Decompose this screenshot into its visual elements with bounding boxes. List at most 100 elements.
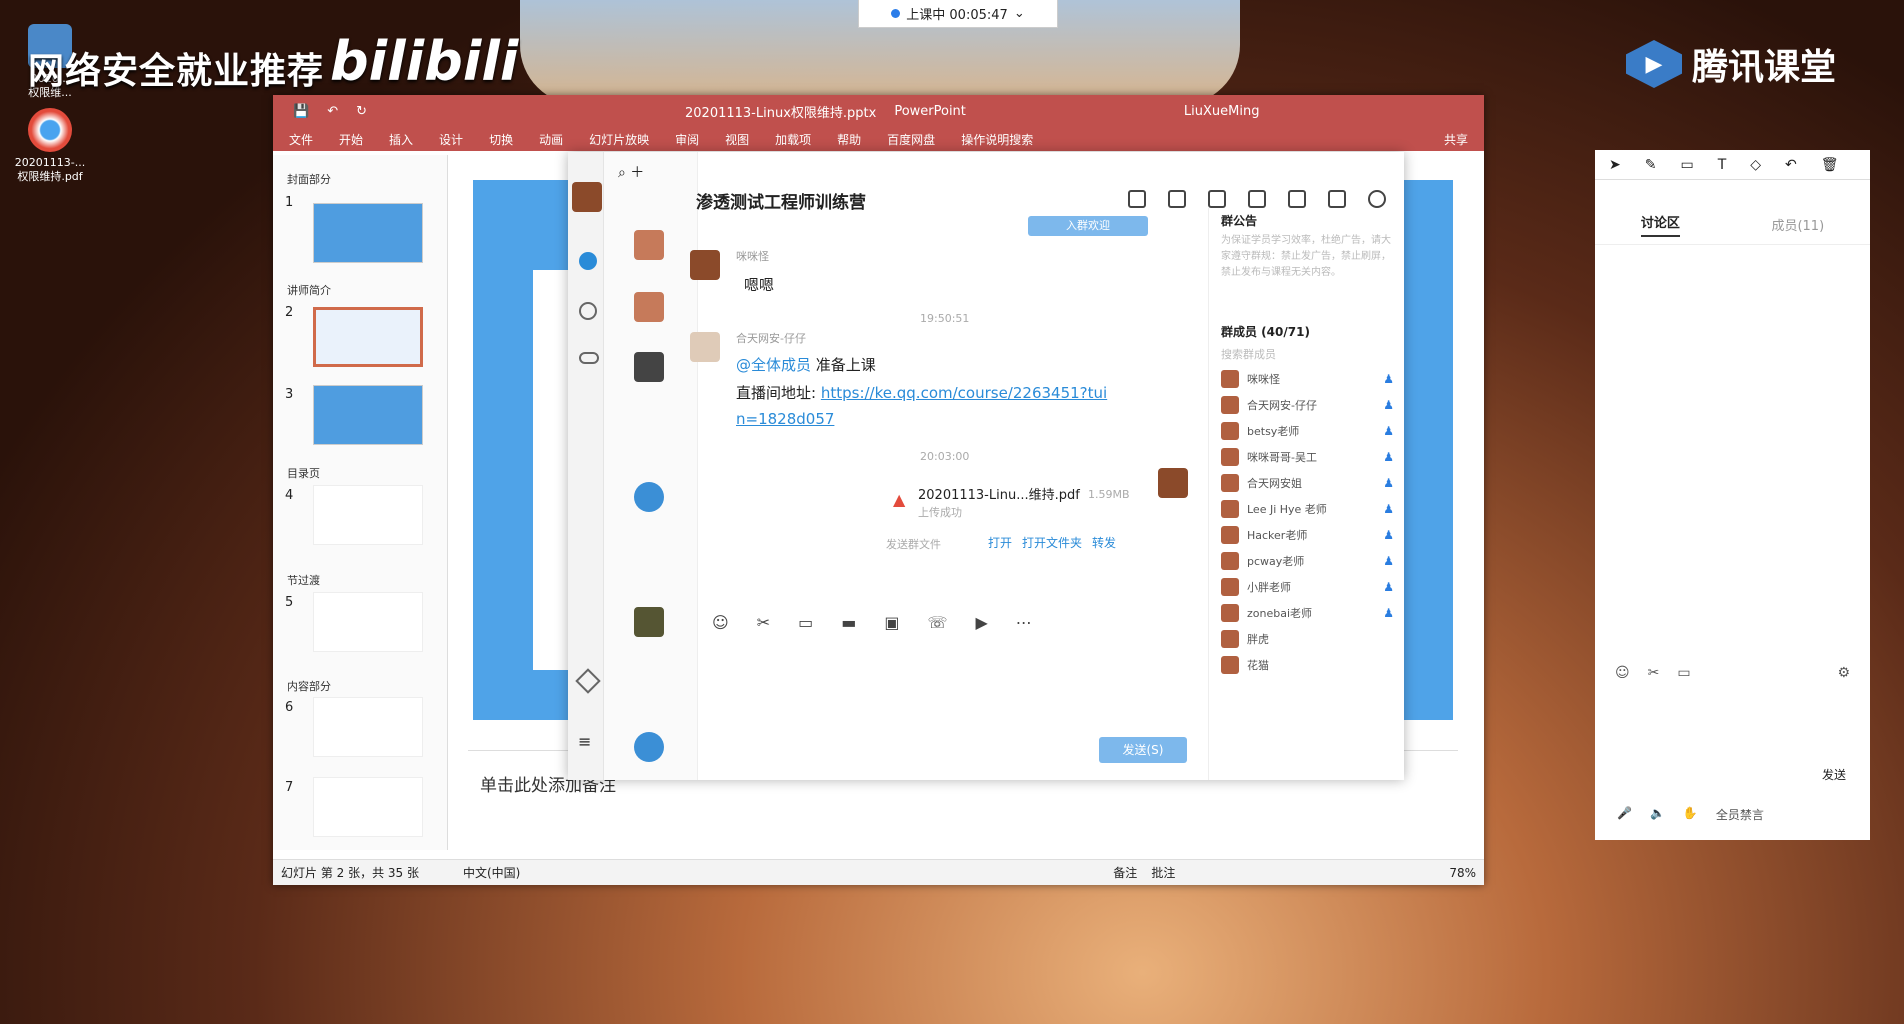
- menu-design[interactable]: 设计: [439, 131, 463, 148]
- welcome-button[interactable]: 入群欢迎: [1028, 216, 1148, 236]
- member-item[interactable]: pcway老师 ♟: [1209, 548, 1404, 574]
- speaker-icon[interactable]: 🔈: [1650, 806, 1665, 823]
- member-item[interactable]: betsy老师 ♟: [1209, 418, 1404, 444]
- folder-icon[interactable]: [1128, 190, 1146, 208]
- contacts-icon[interactable]: [579, 302, 597, 320]
- my-avatar[interactable]: [572, 182, 602, 212]
- section-toc[interactable]: 目录页: [287, 465, 320, 481]
- desktop-icon-pdf[interactable]: 20201113-... 权限维持.pdf: [0, 108, 100, 184]
- notice-text[interactable]: 为保证学员学习效率，杜绝广告，请大家遵守群规：禁止发广告，禁止刷屏，禁止发布与课…: [1209, 233, 1404, 319]
- menu-view[interactable]: 视图: [725, 131, 749, 148]
- member-item[interactable]: 合天网安姐 ♟: [1209, 470, 1404, 496]
- member-item[interactable]: Hacker老师 ♟: [1209, 522, 1404, 548]
- folder-icon[interactable]: ▬: [841, 613, 856, 632]
- section-content[interactable]: 内容部分: [287, 678, 331, 694]
- member-item[interactable]: 合天网安-仔仔 ♟: [1209, 392, 1404, 418]
- member-item[interactable]: 小胖老师 ♟: [1209, 574, 1404, 600]
- gift-icon[interactable]: ▣: [884, 613, 899, 632]
- emoji-icon[interactable]: ☺: [1615, 665, 1630, 681]
- scissors-icon[interactable]: ✂: [1648, 665, 1660, 681]
- menu-home[interactable]: 开始: [339, 131, 363, 148]
- image-icon[interactable]: ▭: [798, 613, 813, 632]
- slide-thumb-6[interactable]: [313, 697, 423, 757]
- share-button[interactable]: 共享: [1444, 131, 1468, 148]
- scissors-icon[interactable]: ✂: [757, 613, 770, 632]
- conversation-avatar[interactable]: [634, 482, 664, 512]
- text-icon[interactable]: T: [1718, 157, 1727, 173]
- file-open[interactable]: 打开: [988, 534, 1012, 551]
- slide-thumb-1[interactable]: [313, 203, 423, 263]
- phone-icon[interactable]: ☏: [927, 613, 947, 632]
- menu-insert[interactable]: 插入: [389, 131, 413, 148]
- menu-file[interactable]: 文件: [289, 131, 313, 148]
- member-item[interactable]: 咪咪哥哥-吴工 ♟: [1209, 444, 1404, 470]
- status-notes[interactable]: 备注: [1113, 864, 1137, 881]
- add-icon[interactable]: [1328, 190, 1346, 208]
- mute-all-label[interactable]: 全员禁言: [1716, 806, 1764, 823]
- section-transition[interactable]: 节过渡: [287, 572, 320, 588]
- redo-icon[interactable]: ↻: [356, 104, 367, 119]
- menu-help[interactable]: 帮助: [837, 131, 861, 148]
- undo-icon[interactable]: ↶: [1785, 157, 1797, 173]
- conversation-avatar[interactable]: [634, 607, 664, 637]
- undo-icon[interactable]: ↶: [327, 104, 338, 119]
- more-icon[interactable]: ⋯: [1016, 613, 1032, 632]
- menu-tell-me[interactable]: 操作说明搜索: [961, 131, 1033, 148]
- msg-avatar[interactable]: [690, 332, 720, 362]
- app-icon[interactable]: [575, 668, 601, 694]
- class-timer[interactable]: 上课中 00:05:47 ⌄: [858, 0, 1058, 28]
- mic-icon[interactable]: 🎤: [1617, 806, 1632, 823]
- video-icon[interactable]: ▶: [975, 613, 987, 632]
- section-instructor[interactable]: 讲师简介: [287, 282, 331, 298]
- image-icon[interactable]: ▭: [1677, 665, 1690, 681]
- trash-icon[interactable]: 🗑: [1821, 157, 1839, 173]
- cloud-icon[interactable]: [579, 352, 599, 364]
- app-store-icon[interactable]: [1168, 190, 1186, 208]
- settings-icon[interactable]: ⚙: [1837, 665, 1850, 681]
- send-button[interactable]: 发送(S): [1099, 737, 1187, 763]
- ppt-user[interactable]: LiuXueMing: [1184, 104, 1260, 119]
- conversation-avatar[interactable]: [634, 292, 664, 322]
- msg-avatar[interactable]: [1158, 468, 1188, 498]
- menu-transitions[interactable]: 切换: [489, 131, 513, 148]
- member-item[interactable]: Lee Ji Hye 老师 ♟: [1209, 496, 1404, 522]
- menu-review[interactable]: 审阅: [675, 131, 699, 148]
- save-icon[interactable]: 💾: [293, 104, 309, 119]
- conversation-avatar[interactable]: [634, 732, 664, 762]
- menu-icon[interactable]: ≡: [578, 732, 591, 751]
- image-icon[interactable]: [1248, 190, 1266, 208]
- status-language[interactable]: 中文(中国): [463, 864, 520, 881]
- emoji-icon[interactable]: ☺: [712, 613, 729, 632]
- slide-thumb-5[interactable]: [313, 592, 423, 652]
- menu-addins[interactable]: 加载项: [775, 131, 811, 148]
- search-icon[interactable]: ⌕ ＋: [618, 162, 644, 182]
- member-search-input[interactable]: 搜索群成员: [1209, 344, 1404, 366]
- status-comments[interactable]: 批注: [1151, 864, 1175, 881]
- menu-animations[interactable]: 动画: [539, 131, 563, 148]
- menu-slideshow[interactable]: 幻灯片放映: [589, 131, 649, 148]
- slide-thumb-2[interactable]: [313, 307, 423, 367]
- file-name[interactable]: 20201113-Linu...维持.pdf: [918, 484, 1080, 503]
- member-item[interactable]: 胖虎: [1209, 626, 1404, 652]
- slide-thumb-7[interactable]: [313, 777, 423, 837]
- member-item[interactable]: 花猫: [1209, 652, 1404, 678]
- slide-thumb-4[interactable]: [313, 485, 423, 545]
- settings-icon[interactable]: [1368, 190, 1386, 208]
- hand-icon[interactable]: ✋: [1683, 806, 1698, 823]
- conversation-avatar[interactable]: [634, 230, 664, 260]
- menu-baidu[interactable]: 百度网盘: [887, 131, 935, 148]
- mention-all[interactable]: @全体成员: [736, 356, 811, 374]
- classroom-send-button[interactable]: 发送: [1822, 766, 1846, 783]
- pointer-icon[interactable]: ➤: [1609, 157, 1621, 173]
- member-item[interactable]: zonebai老师 ♟: [1209, 600, 1404, 626]
- tab-members[interactable]: 成员(11): [1771, 215, 1824, 234]
- chat-icon[interactable]: [579, 252, 597, 270]
- rectangle-icon[interactable]: ▭: [1680, 157, 1693, 173]
- file-open-folder[interactable]: 打开文件夹: [1022, 534, 1082, 551]
- msg-avatar[interactable]: [690, 250, 720, 280]
- section-cover[interactable]: 封面部分: [287, 171, 331, 187]
- file-forward[interactable]: 转发: [1092, 534, 1116, 551]
- member-item[interactable]: 咪咪怪 ♟: [1209, 366, 1404, 392]
- status-zoom[interactable]: 78%: [1449, 866, 1476, 880]
- conversation-avatar[interactable]: [634, 352, 664, 382]
